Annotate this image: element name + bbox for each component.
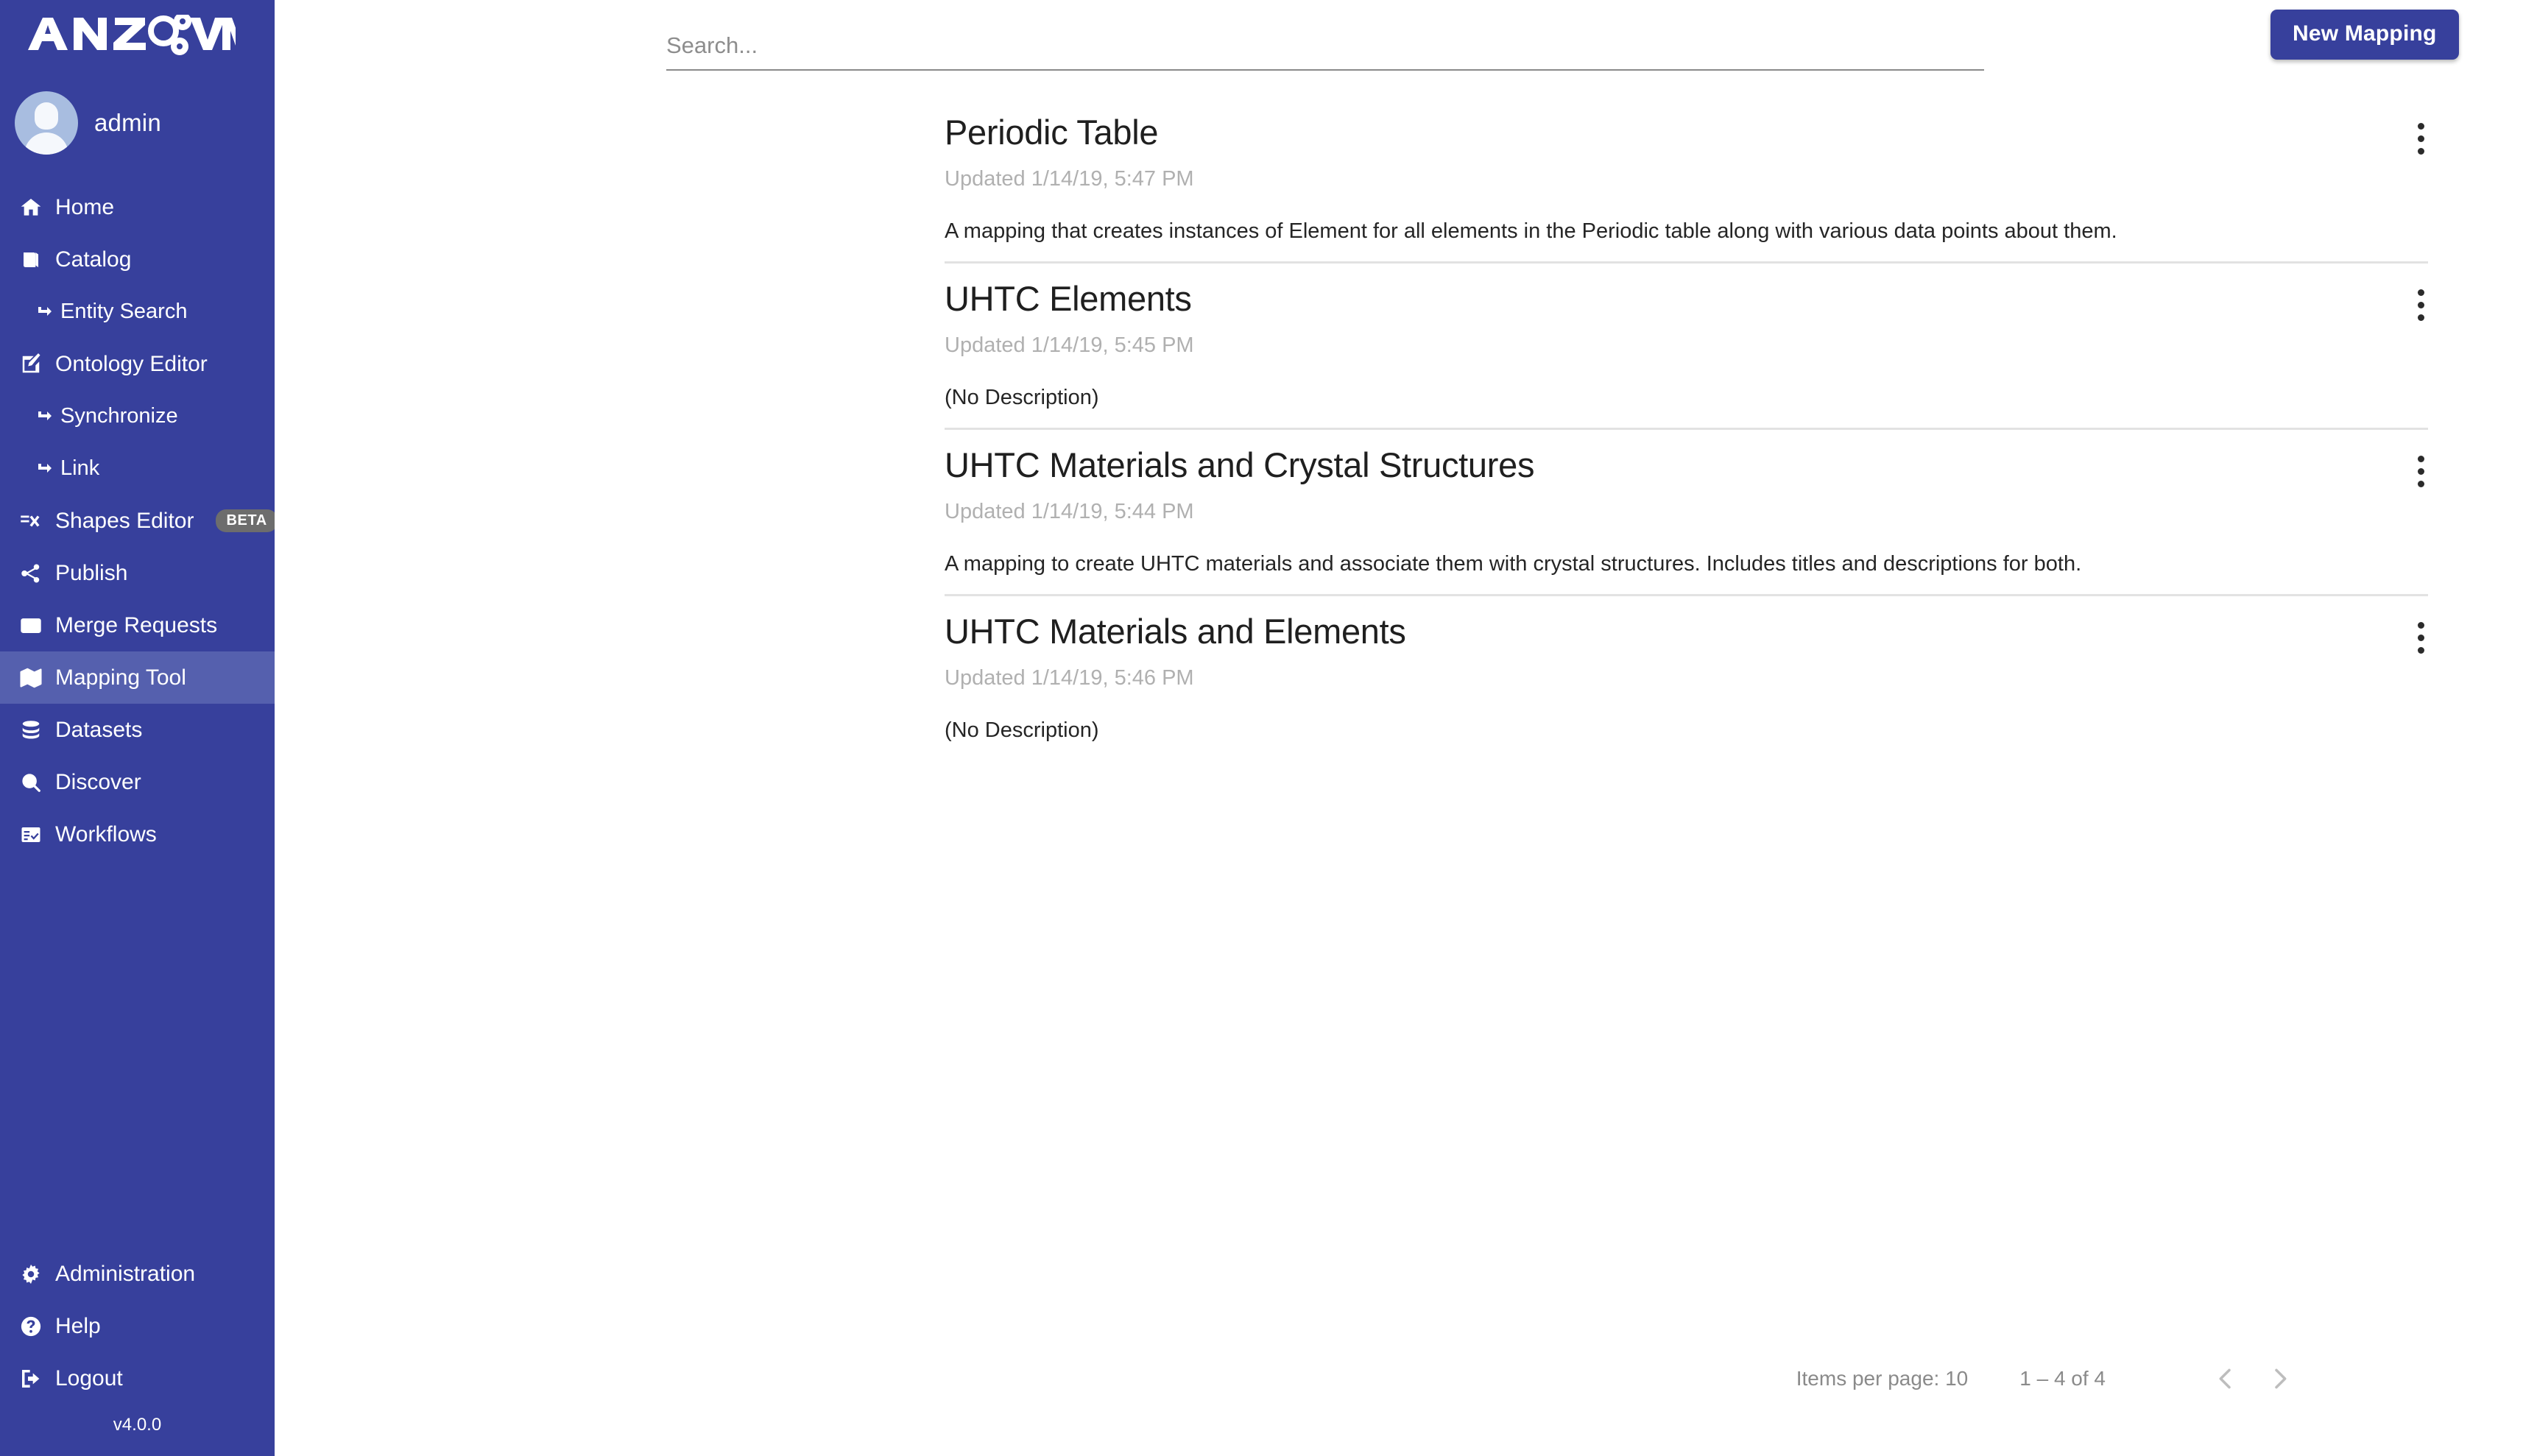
mapping-description: (No Description) xyxy=(945,386,1099,409)
workflow-icon xyxy=(18,822,43,847)
sidebar-item-label: Link xyxy=(60,456,100,480)
sidebar-item-ontology-editor[interactable]: Ontology Editor xyxy=(0,338,275,390)
sidebar-item-label: Logout xyxy=(55,1365,123,1390)
sidebar-item-datasets[interactable]: Datasets xyxy=(0,704,275,756)
sidebar-item-label: Datasets xyxy=(55,717,143,742)
mapping-title[interactable]: UHTC Materials and Crystal Structures xyxy=(945,431,2428,485)
kebab-menu-icon[interactable] xyxy=(2397,448,2444,495)
mapping-title[interactable]: UHTC Elements xyxy=(945,265,2428,319)
sidebar-nav: Home Catalog Entity Search Ontology Edit… xyxy=(0,177,278,860)
sidebar-item-label: Synchronize xyxy=(60,404,178,428)
brand-logo[interactable] xyxy=(0,0,275,71)
sidebar-item-label: Shapes Editor xyxy=(55,508,194,533)
list-item[interactable]: Periodic Table Updated 1/14/19, 5:47 PM … xyxy=(945,99,2428,265)
app-version: v4.0.0 xyxy=(113,1415,162,1435)
sidebar-item-label: Help xyxy=(55,1313,101,1338)
book-icon xyxy=(18,247,43,272)
arrow-sub-icon xyxy=(35,303,54,322)
arrow-sub-icon xyxy=(35,407,54,426)
mapping-description: A mapping that creates instances of Elem… xyxy=(945,219,2117,243)
sidebar-item-label: Discover xyxy=(55,769,141,794)
search-input[interactable] xyxy=(666,25,1984,71)
sidebar-item-discover[interactable]: Discover xyxy=(0,756,275,808)
sidebar-item-publish[interactable]: Publish xyxy=(0,547,275,599)
kebab-menu-icon[interactable] xyxy=(2397,614,2444,661)
previous-page-button[interactable] xyxy=(2198,1351,2253,1406)
edit-square-icon xyxy=(18,352,43,377)
envelope-icon xyxy=(18,613,43,638)
sidebar-item-catalog[interactable]: Catalog xyxy=(0,233,275,286)
share-icon xyxy=(18,561,43,586)
sidebar-item-label: Mapping Tool xyxy=(55,665,186,690)
sidebar-item-label: Ontology Editor xyxy=(55,351,208,376)
sidebar-item-home[interactable]: Home xyxy=(0,181,275,233)
mapping-list: Periodic Table Updated 1/14/19, 5:47 PM … xyxy=(945,99,2428,762)
row-divider xyxy=(945,428,2428,430)
arrow-sub-icon xyxy=(35,459,54,478)
search-icon xyxy=(18,770,43,795)
next-page-button[interactable] xyxy=(2253,1351,2307,1406)
beta-badge: BETA xyxy=(216,509,278,532)
sidebar-item-mapping-tool[interactable]: Mapping Tool xyxy=(0,651,275,704)
sidebar-item-merge-requests[interactable]: Merge Requests xyxy=(0,599,275,651)
sidebar-item-label: Workflows xyxy=(55,821,157,847)
chevron-right-icon xyxy=(2265,1364,2295,1393)
user-block[interactable]: admin xyxy=(0,71,275,177)
sidebar-item-label: Catalog xyxy=(55,247,132,272)
page-range-label: 1 – 4 of 4 xyxy=(2019,1367,2106,1390)
sidebar-item-administration[interactable]: Administration xyxy=(0,1248,275,1300)
row-divider xyxy=(945,261,2428,264)
sidebar-item-label: Administration xyxy=(55,1261,196,1286)
sidebar-item-workflows[interactable]: Workflows xyxy=(0,808,275,860)
kebab-menu-icon[interactable] xyxy=(2397,281,2444,328)
sidebar-item-synchronize[interactable]: Synchronize xyxy=(0,390,275,442)
toolbar xyxy=(275,0,2537,71)
sidebar-item-label: Merge Requests xyxy=(55,612,218,637)
mapping-title[interactable]: Periodic Table xyxy=(945,99,2428,152)
anzo-vm-logo-icon xyxy=(22,15,236,56)
sidebar-bottom-nav: Administration Help Logout v4.0.0 xyxy=(0,1248,275,1456)
list-item[interactable]: UHTC Elements Updated 1/14/19, 5:45 PM (… xyxy=(945,265,2428,431)
app-root: admin Home Catalog Entity Search Ontolog… xyxy=(0,0,2537,1456)
sidebar-item-help[interactable]: Help xyxy=(0,1300,275,1352)
kebab-menu-icon[interactable] xyxy=(2397,115,2444,162)
mapping-title[interactable]: UHTC Materials and Elements xyxy=(945,598,2428,651)
list-item[interactable]: UHTC Materials and Crystal Structures Up… xyxy=(945,431,2428,598)
list-item[interactable]: UHTC Materials and Elements Updated 1/14… xyxy=(945,598,2428,762)
database-icon xyxy=(18,718,43,743)
home-icon xyxy=(18,195,43,220)
search-field-wrapper xyxy=(666,10,1984,71)
new-mapping-button[interactable]: New Mapping xyxy=(2270,10,2459,60)
logout-icon xyxy=(18,1366,43,1391)
sidebar: admin Home Catalog Entity Search Ontolog… xyxy=(0,0,278,1456)
user-name: admin xyxy=(94,109,161,136)
sidebar-item-link[interactable]: Link xyxy=(0,442,275,495)
row-divider xyxy=(945,594,2428,596)
question-circle-icon xyxy=(18,1314,43,1339)
shapes-icon xyxy=(18,509,43,534)
items-per-page-label[interactable]: Items per page: 10 xyxy=(1796,1367,1968,1390)
map-icon xyxy=(18,665,43,690)
mapping-description: (No Description) xyxy=(945,718,1099,742)
mapping-description: A mapping to create UHTC materials and a… xyxy=(945,552,2082,576)
sidebar-item-label: Publish xyxy=(55,560,128,585)
sidebar-item-label: Entity Search xyxy=(60,300,188,323)
mapping-updated: Updated 1/14/19, 5:46 PM xyxy=(945,666,1194,690)
sidebar-item-shapes-editor[interactable]: Shapes Editor BETA xyxy=(0,495,278,547)
user-avatar-icon xyxy=(15,91,78,155)
sidebar-item-logout[interactable]: Logout xyxy=(0,1352,275,1404)
chevron-left-icon xyxy=(2211,1364,2240,1393)
sidebar-item-entity-search[interactable]: Entity Search xyxy=(0,286,275,338)
main-content: New Mapping Periodic Table Updated 1/14/… xyxy=(275,0,2537,1456)
sidebar-item-label: Home xyxy=(55,194,115,219)
gear-icon xyxy=(18,1262,43,1287)
mapping-updated: Updated 1/14/19, 5:45 PM xyxy=(945,333,1194,357)
mapping-updated: Updated 1/14/19, 5:47 PM xyxy=(945,167,1194,191)
mapping-updated: Updated 1/14/19, 5:44 PM xyxy=(945,500,1194,523)
paginator: Items per page: 10 1 – 4 of 4 xyxy=(1796,1351,2307,1406)
